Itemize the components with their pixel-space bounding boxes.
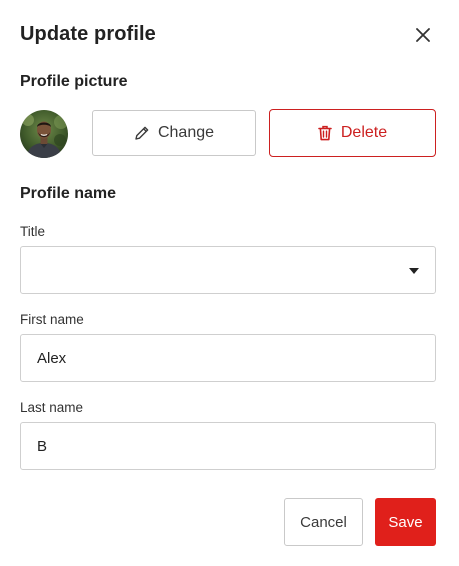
first-name-label: First name <box>20 312 84 327</box>
title-label: Title <box>20 224 46 239</box>
pencil-icon <box>135 126 149 140</box>
profile-picture-heading: Profile picture <box>20 73 128 90</box>
first-name-field-wrapper <box>20 334 436 382</box>
avatar <box>20 110 68 158</box>
save-button[interactable]: Save <box>375 498 436 546</box>
update-profile-dialog: Update profile Profile picture Change De… <box>0 0 459 566</box>
dialog-title: Update profile <box>20 23 156 45</box>
last-name-field-wrapper <box>20 422 436 470</box>
caret-down-icon <box>409 268 419 274</box>
delete-picture-button[interactable]: Delete <box>269 109 436 157</box>
close-icon <box>416 28 430 42</box>
close-button[interactable] <box>411 23 435 47</box>
title-select[interactable] <box>20 246 436 294</box>
trash-icon <box>318 125 332 141</box>
change-label: Change <box>157 124 215 141</box>
first-name-input[interactable] <box>21 335 435 381</box>
cancel-button[interactable]: Cancel <box>284 498 363 546</box>
last-name-label: Last name <box>20 400 84 415</box>
last-name-input[interactable] <box>21 423 435 469</box>
profile-name-heading: Profile name <box>20 185 117 202</box>
change-picture-button[interactable]: Change <box>92 110 256 156</box>
delete-label: Delete <box>340 124 388 141</box>
